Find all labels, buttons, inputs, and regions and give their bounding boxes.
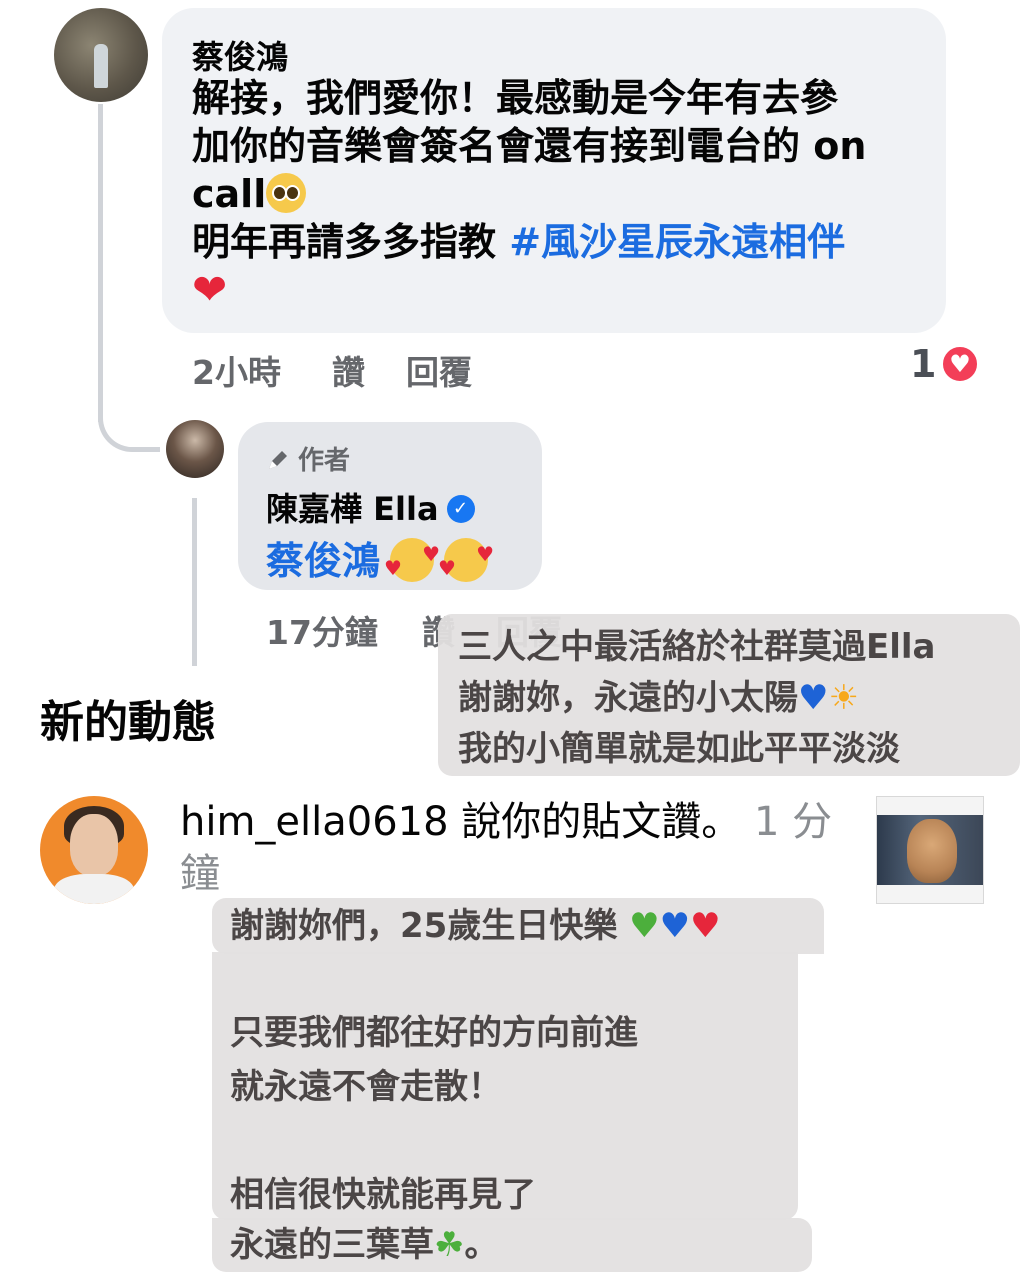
thread-connector-curve <box>98 392 160 452</box>
red-heart-emoji-icon: ♥ <box>690 906 721 946</box>
post-thumbnail[interactable] <box>876 796 984 904</box>
avatar-shirt <box>54 874 134 904</box>
avatar-photo-figure <box>94 44 108 88</box>
caption-line: 謝謝妳，永遠的小太陽♥☀ <box>458 673 1000 724</box>
caption-line: 只要我們都往好的方向前進 <box>230 1013 638 1053</box>
commenter-name[interactable]: 蔡俊鴻 <box>192 32 288 78</box>
pleading-face-emoji-icon <box>266 173 307 213</box>
caption-box: 謝謝妳們，25歲生日快樂 ♥♥♥ <box>212 898 824 954</box>
comment-line: 解接，我們愛你！最感動是今年有去參 <box>192 76 839 120</box>
mention-link[interactable]: 蔡俊鴻 <box>266 539 380 583</box>
verified-badge-icon <box>446 495 475 523</box>
author-avatar[interactable] <box>166 420 224 478</box>
reply-author-name-text: 陳嘉樺 Ella <box>266 490 439 528</box>
caption-box: 永遠的三葉草☘。 <box>212 1218 812 1272</box>
caption-line-text: 謝謝妳們，25歲生日快樂 <box>230 906 630 946</box>
caption-line: 謝謝妳們，25歲生日快樂 ♥♥♥ <box>230 902 806 950</box>
hashtag-link[interactable]: #風沙星辰永遠相伴 <box>509 220 845 264</box>
poodle-photo <box>907 819 957 883</box>
smiling-face-with-hearts-emoji-icon <box>438 538 494 582</box>
reply-button[interactable]: 回覆 <box>406 346 472 394</box>
reply-author-name[interactable]: 陳嘉樺 Ella <box>266 484 475 530</box>
comment-line: 明年再請多多指教 <box>192 220 510 264</box>
caption-line: 三人之中最活絡於社群莫過Ella <box>458 627 936 667</box>
comment-line: 加你的音樂會簽名會還有接到電台的 on <box>192 124 867 168</box>
blue-heart-emoji-icon: ♥ <box>798 678 829 718</box>
sun-emoji-icon: ☀ <box>828 678 859 718</box>
heart-reaction-icon[interactable] <box>940 344 980 384</box>
like-button[interactable]: 讚 <box>332 346 365 394</box>
notification-avatar[interactable] <box>40 796 148 904</box>
author-badge-label: 作者 <box>298 446 351 476</box>
avatar-face <box>70 814 118 876</box>
reply-text: 蔡俊鴻 <box>266 530 494 585</box>
thread-connector <box>98 104 103 422</box>
blue-heart-emoji-icon: ♥ <box>659 906 691 946</box>
reply-timestamp: 17分鐘 <box>266 613 378 652</box>
caption-line: 永遠的三葉草☘。 <box>230 1218 794 1272</box>
caption-box: 只要我們都往好的方向前進 就永遠不會走散！ 相信很快就能再見了 <box>212 952 798 1220</box>
reply-bubble: 作者 陳嘉樺 Ella 蔡俊鴻 <box>238 422 542 590</box>
section-title: 新的動態 <box>40 697 216 748</box>
caption-line: 相信很快就能再見了 <box>230 1175 536 1215</box>
commenter-avatar[interactable] <box>54 8 148 102</box>
reply-thread-connector <box>192 498 197 666</box>
green-heart-emoji-icon: ♥ <box>629 906 660 946</box>
caption-line: 就永遠不會走散！ <box>230 1067 502 1107</box>
smiling-face-with-hearts-emoji-icon <box>384 538 440 582</box>
notification-text[interactable]: him_ella0618 說你的貼文讚。 1 分鐘 <box>180 796 840 900</box>
comment-line: call <box>192 172 267 216</box>
pencil-icon <box>269 451 287 469</box>
notification-action: 說你的貼文讚。 <box>448 799 742 845</box>
comment-timestamp: 2小時 <box>192 353 281 392</box>
caption-line-suffix: 。 <box>464 1225 499 1265</box>
author-badge: 作者 <box>266 440 350 477</box>
shamrock-emoji-icon: ☘ <box>434 1225 465 1265</box>
comment-text: 解接，我們愛你！最感動是今年有去參 加你的音樂會簽名會還有接到電台的 on ca… <box>192 74 932 315</box>
caption-line: 我的小簡單就是如此平平淡淡 <box>458 729 900 769</box>
comment-bubble: 蔡俊鴻 解接，我們愛你！最感動是今年有去參 加你的音樂會簽名會還有接到電台的 o… <box>162 8 946 333</box>
red-heart-emoji-icon: ❤ <box>192 265 228 314</box>
screenshot-collage: 蔡俊鴻 解接，我們愛你！最感動是今年有去參 加你的音樂會簽名會還有接到電台的 o… <box>0 0 1024 1280</box>
caption-line-text: 謝謝妳，永遠的小太陽 <box>458 678 798 718</box>
notification-username[interactable]: him_ella0618 <box>180 799 449 845</box>
caption-line-text: 永遠的三葉草 <box>230 1225 434 1265</box>
reaction-count[interactable]: 1 <box>910 342 936 386</box>
caption-box: 三人之中最活絡於社群莫過Ella 謝謝妳，永遠的小太陽♥☀ 我的小簡單就是如此平… <box>438 614 1020 776</box>
